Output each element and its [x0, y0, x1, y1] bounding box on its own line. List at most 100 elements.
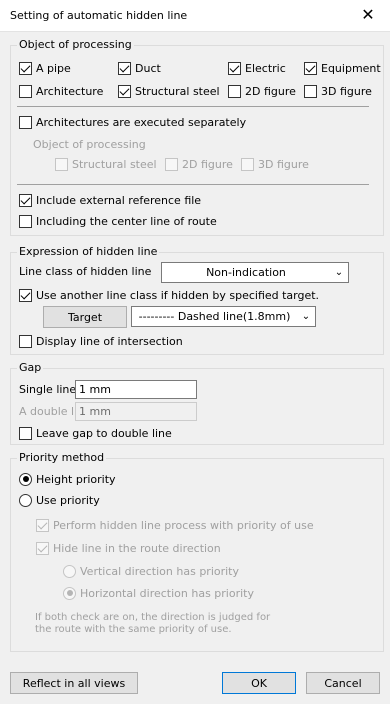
radio-label: Height priority — [36, 472, 116, 486]
radio-label: Use priority — [36, 493, 100, 507]
chevron-down-icon: ⌄ — [334, 267, 344, 278]
checkbox-duct[interactable]: Duct — [118, 60, 161, 76]
checkbox-hide-route-direction[interactable]: Hide line in the route direction — [36, 540, 221, 556]
checkbox-icon — [304, 84, 317, 98]
expression-group: Expression of hidden line Line class of … — [10, 245, 384, 355]
checkbox-label: Architectures are executed separately — [36, 115, 247, 129]
checkbox-2d-figure[interactable]: 2D figure — [228, 83, 296, 99]
double-line-input[interactable]: 1 mm — [75, 402, 197, 421]
checkbox-architecture[interactable]: Architecture — [19, 83, 103, 99]
checkbox-icon — [118, 61, 131, 75]
ok-button[interactable]: OK — [222, 672, 296, 694]
checkbox-icon — [228, 61, 241, 75]
target-button-label: Target — [67, 310, 103, 324]
reflect-all-views-button[interactable]: Reflect in all views — [10, 672, 138, 694]
checkbox-leave-gap[interactable]: Leave gap to double line — [19, 425, 172, 441]
checkbox-label: Use another line class if hidden by spec… — [36, 288, 320, 302]
checkbox-include-center-line[interactable]: Including the center line of route — [19, 213, 217, 229]
cancel-button-label: Cancel — [324, 676, 362, 690]
priority-method-group: Priority method Height priority Use prio… — [10, 451, 384, 652]
radio-icon — [19, 472, 32, 486]
line-class-label: Line class of hidden line — [19, 265, 152, 278]
radio-use-priority[interactable]: Use priority — [19, 492, 100, 508]
checkbox-sub-2d-figure[interactable]: 2D figure — [165, 156, 233, 172]
checkbox-icon — [19, 288, 32, 302]
priority-note: If both check are on, the direction is j… — [35, 612, 270, 636]
checkbox-equipment[interactable]: Equipment — [304, 60, 381, 76]
sub-object-of-processing-label: Object of processing — [33, 138, 146, 151]
checkbox-display-intersection[interactable]: Display line of intersection — [19, 333, 183, 349]
checkbox-3d-figure[interactable]: 3D figure — [304, 83, 372, 99]
checkbox-label: A pipe — [36, 61, 71, 75]
radio-icon — [63, 586, 76, 600]
checkbox-label: Include external reference file — [36, 193, 202, 207]
title-bar: Setting of automatic hidden line ✕ — [0, 0, 390, 32]
single-line-value: 1 mm — [79, 383, 111, 396]
single-line-input[interactable]: 1 mm — [75, 380, 197, 399]
dashed-line-value: --------- Dashed line(1.8mm) — [138, 310, 291, 323]
checkbox-label: Including the center line of route — [36, 214, 217, 228]
priority-method-legend: Priority method — [17, 451, 107, 464]
radio-vertical-priority[interactable]: Vertical direction has priority — [63, 563, 239, 579]
priority-note-line: the route with the same priority of use. — [35, 624, 232, 635]
checkbox-icon — [19, 61, 32, 75]
checkbox-label: 3D figure — [258, 157, 309, 171]
target-button[interactable]: Target — [43, 306, 127, 328]
checkbox-icon — [228, 84, 241, 98]
checkbox-icon — [19, 115, 32, 129]
checkbox-icon — [118, 84, 131, 98]
checkbox-label: Display line of intersection — [36, 334, 183, 348]
close-icon[interactable]: ✕ — [346, 0, 390, 32]
single-line-label: Single line — [19, 383, 77, 396]
divider — [17, 184, 369, 185]
priority-note-line: If both check are on, the direction is j… — [35, 612, 271, 623]
checkbox-label: Equipment — [321, 61, 381, 75]
line-class-select[interactable]: Non-indication ⌄ — [161, 262, 349, 283]
checkbox-label: Architecture — [36, 84, 104, 98]
checkbox-label: Hide line in the route direction — [53, 541, 221, 555]
gap-legend: Gap — [17, 361, 44, 374]
checkbox-label: 2D figure — [245, 84, 296, 98]
object-of-processing-legend: Object of processing — [17, 38, 134, 51]
gap-group: Gap Single line 1 mm A double line 1 mm … — [10, 361, 384, 445]
reflect-button-label: Reflect in all views — [22, 676, 126, 690]
radio-icon — [19, 493, 32, 507]
ok-button-label: OK — [251, 676, 267, 690]
checkbox-icon — [36, 541, 49, 555]
checkbox-label: Duct — [135, 61, 161, 75]
checkbox-sub-3d-figure[interactable]: 3D figure — [241, 156, 309, 172]
checkbox-icon — [19, 334, 32, 348]
radio-icon — [63, 564, 76, 578]
checkbox-icon — [19, 214, 32, 228]
checkbox-architectures-separately[interactable]: Architectures are executed separately — [19, 114, 246, 130]
checkbox-use-another-line-class[interactable]: Use another line class if hidden by spec… — [19, 287, 319, 303]
checkbox-include-external[interactable]: Include external reference file — [19, 192, 201, 208]
checkbox-structural-steel[interactable]: Structural steel — [118, 83, 220, 99]
checkbox-a-pipe[interactable]: A pipe — [19, 60, 71, 76]
checkbox-icon — [241, 157, 254, 171]
expression-legend: Expression of hidden line — [17, 245, 160, 258]
radio-label: Horizontal direction has priority — [80, 586, 254, 600]
object-of-processing-group: Object of processing A pipe Duct Electri… — [10, 38, 384, 236]
checkbox-sub-structural-steel[interactable]: Structural steel — [55, 156, 157, 172]
checkbox-label: Leave gap to double line — [36, 426, 172, 440]
radio-label: Vertical direction has priority — [80, 564, 240, 578]
checkbox-label: 2D figure — [182, 157, 233, 171]
checkbox-icon — [304, 61, 317, 75]
checkbox-icon — [165, 157, 178, 171]
checkbox-label: Structural steel — [135, 84, 220, 98]
checkbox-electric[interactable]: Electric — [228, 60, 286, 76]
checkbox-label: Electric — [245, 61, 286, 75]
checkbox-label: Structural steel — [72, 157, 157, 171]
cancel-button[interactable]: Cancel — [306, 672, 380, 694]
checkbox-icon — [36, 518, 49, 532]
dashed-line-select[interactable]: --------- Dashed line(1.8mm) ⌄ — [131, 306, 316, 327]
checkbox-icon — [19, 84, 32, 98]
checkbox-perform-hidden[interactable]: Perform hidden line process with priorit… — [36, 517, 314, 533]
checkbox-icon — [19, 193, 32, 207]
radio-horizontal-priority[interactable]: Horizontal direction has priority — [63, 585, 254, 601]
radio-height-priority[interactable]: Height priority — [19, 471, 116, 487]
window-title: Setting of automatic hidden line — [10, 9, 188, 22]
checkbox-icon — [19, 426, 32, 440]
double-line-value: 1 mm — [79, 405, 111, 418]
